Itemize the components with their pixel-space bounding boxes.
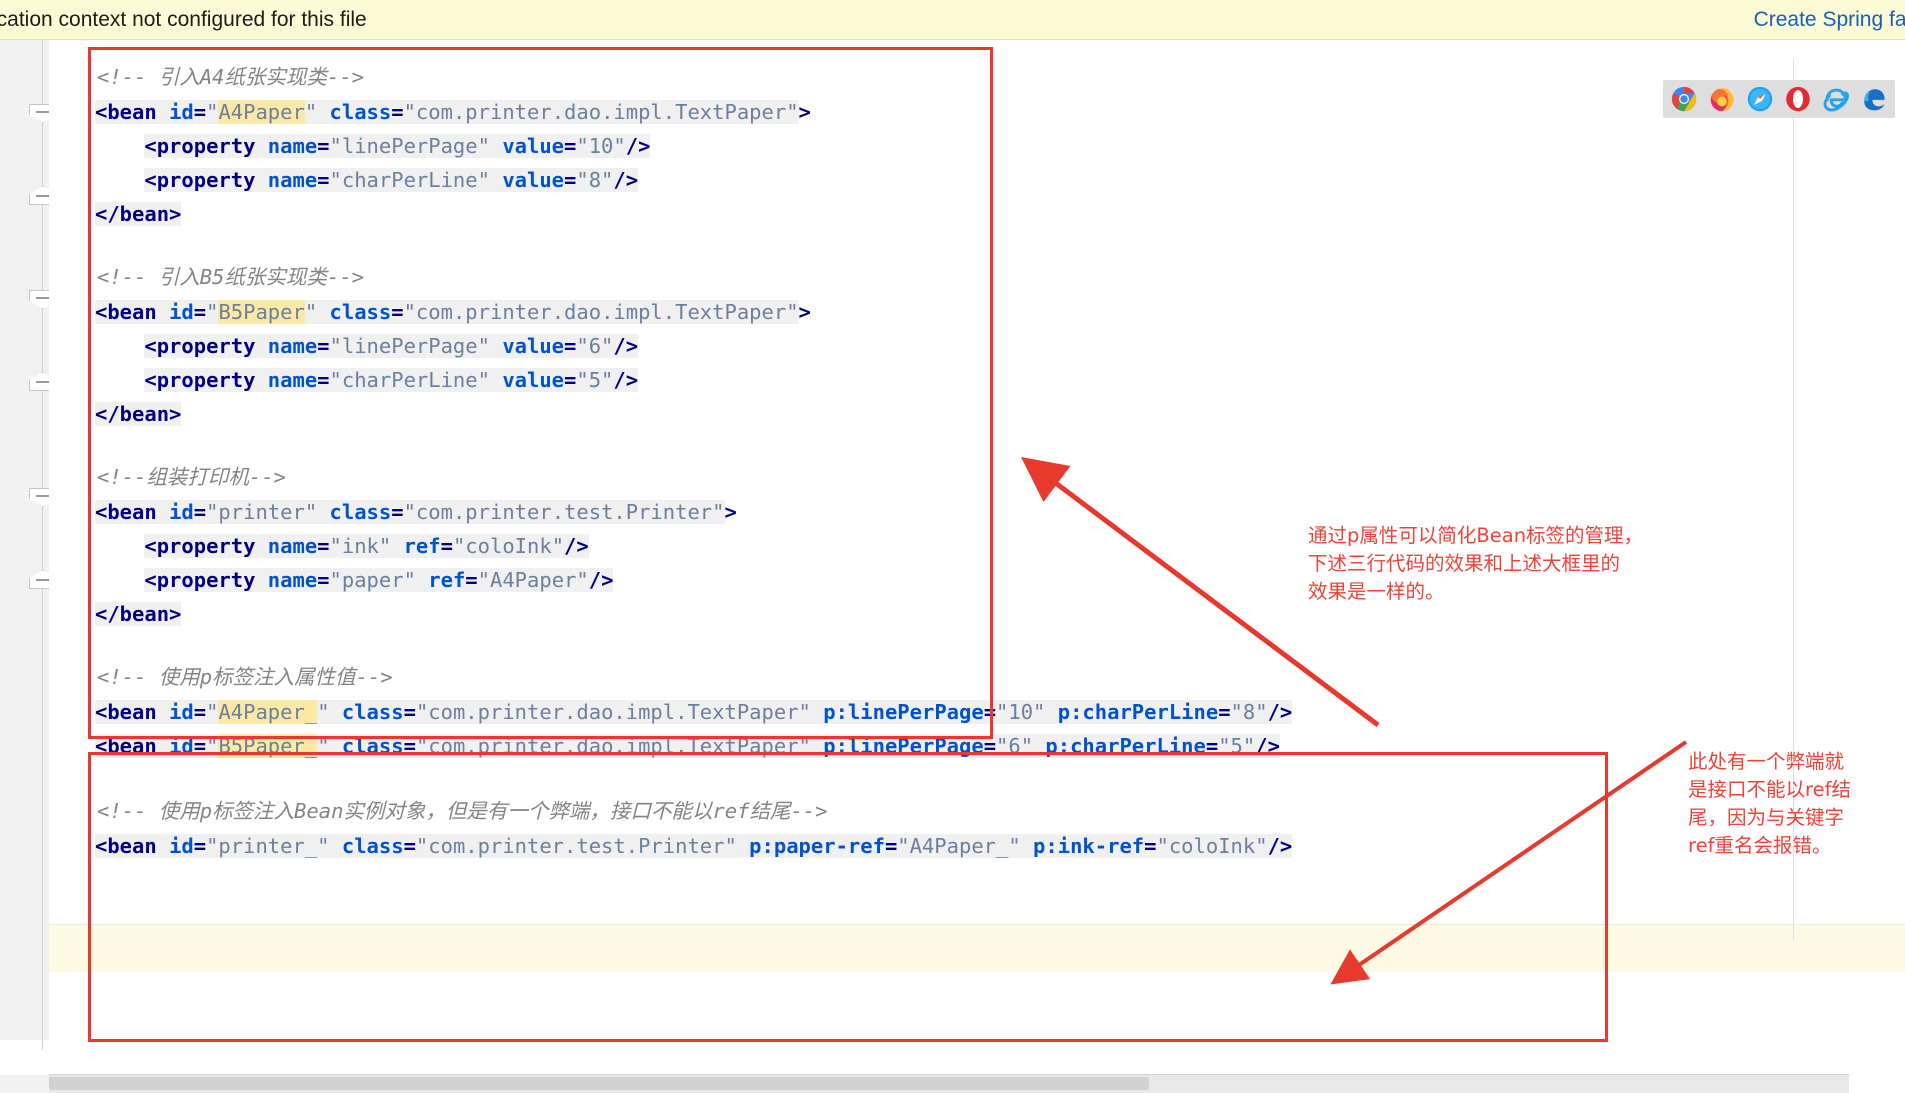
code-line-prop-charPerLine-b5: <property name="charPerLine" value="5"/> [144, 368, 639, 392]
chrome-icon[interactable] [1671, 86, 1697, 112]
horizontal-scrollbar[interactable] [49, 1074, 1849, 1093]
code-comment-printer: <!--组装打印机--> [97, 465, 286, 489]
code-line-bean-a4-open: <bean id="A4Paper" class="com.printer.da… [95, 100, 811, 124]
caret-line-highlight [49, 925, 1905, 972]
internet-explorer-icon[interactable] [1823, 86, 1849, 112]
code-line-bean-printer-p: <bean id="printer_" class="com.printer.t… [95, 834, 1293, 858]
edge-icon[interactable] [1861, 86, 1887, 112]
code-comment-p-ref: <!-- 使用p标签注入Bean实例对象，但是有一个弊端，接口不能以ref结尾-… [97, 799, 828, 823]
annotation-text-p-attribute: 通过p属性可以简化Bean标签的管理， 下述三行代码的效果和上述大框里的 效果是… [1308, 524, 1644, 603]
code-line-bean-a4-p: <bean id="A4Paper_" class="com.printer.d… [95, 700, 1293, 724]
browser-launch-toolbar[interactable] [1663, 80, 1895, 118]
code-line-prop-linePerPage-a4: <property name="linePerPage" value="10"/… [144, 134, 651, 158]
horizontal-scrollbar-thumb[interactable] [49, 1077, 1149, 1090]
code-line-bean-printer-close: </bean> [95, 602, 182, 626]
code-comment-p-attr: <!-- 使用p标签注入属性值--> [97, 665, 393, 689]
create-spring-facet-link[interactable]: Create Spring fac [1754, 8, 1905, 32]
code-line-bean-b5-close: </bean> [95, 402, 182, 426]
code-comment-b5: <!-- 引入B5纸张实现类--> [97, 265, 364, 289]
code-line-bean-a4-close: </bean> [95, 202, 182, 226]
inspection-banner: ication context not configured for this … [0, 0, 1905, 40]
code-line-prop-ink: <property name="ink" ref="coloInk"/> [144, 534, 589, 558]
code-line-prop-charPerLine-a4: <property name="charPerLine" value="8"/> [144, 168, 639, 192]
firefox-icon[interactable] [1709, 86, 1735, 112]
code-line-prop-paper: <property name="paper" ref="A4Paper"/> [144, 568, 614, 592]
gutter-bottom-corner [0, 1075, 49, 1093]
code-line-bean-b5-open: <bean id="B5Paper" class="com.printer.da… [95, 300, 811, 324]
code-line-bean-b5-p: <bean id="B5Paper_" class="com.printer.d… [95, 734, 1280, 758]
banner-message: ication context not configured for this … [0, 8, 367, 31]
code-line-prop-linePerPage-b5: <property name="linePerPage" value="6"/> [144, 334, 639, 358]
safari-icon[interactable] [1747, 86, 1773, 112]
annotation-text-ref-warning: 此处有一个弊端就 是接口不能以ref结 尾，因为与关键字 ref重名会报错。 [1688, 750, 1851, 857]
code-comment-a4: <!-- 引入A4纸张实现类--> [97, 65, 364, 89]
opera-icon[interactable] [1785, 86, 1811, 112]
code-line-bean-printer-open: <bean id="printer" class="com.printer.te… [95, 500, 737, 524]
